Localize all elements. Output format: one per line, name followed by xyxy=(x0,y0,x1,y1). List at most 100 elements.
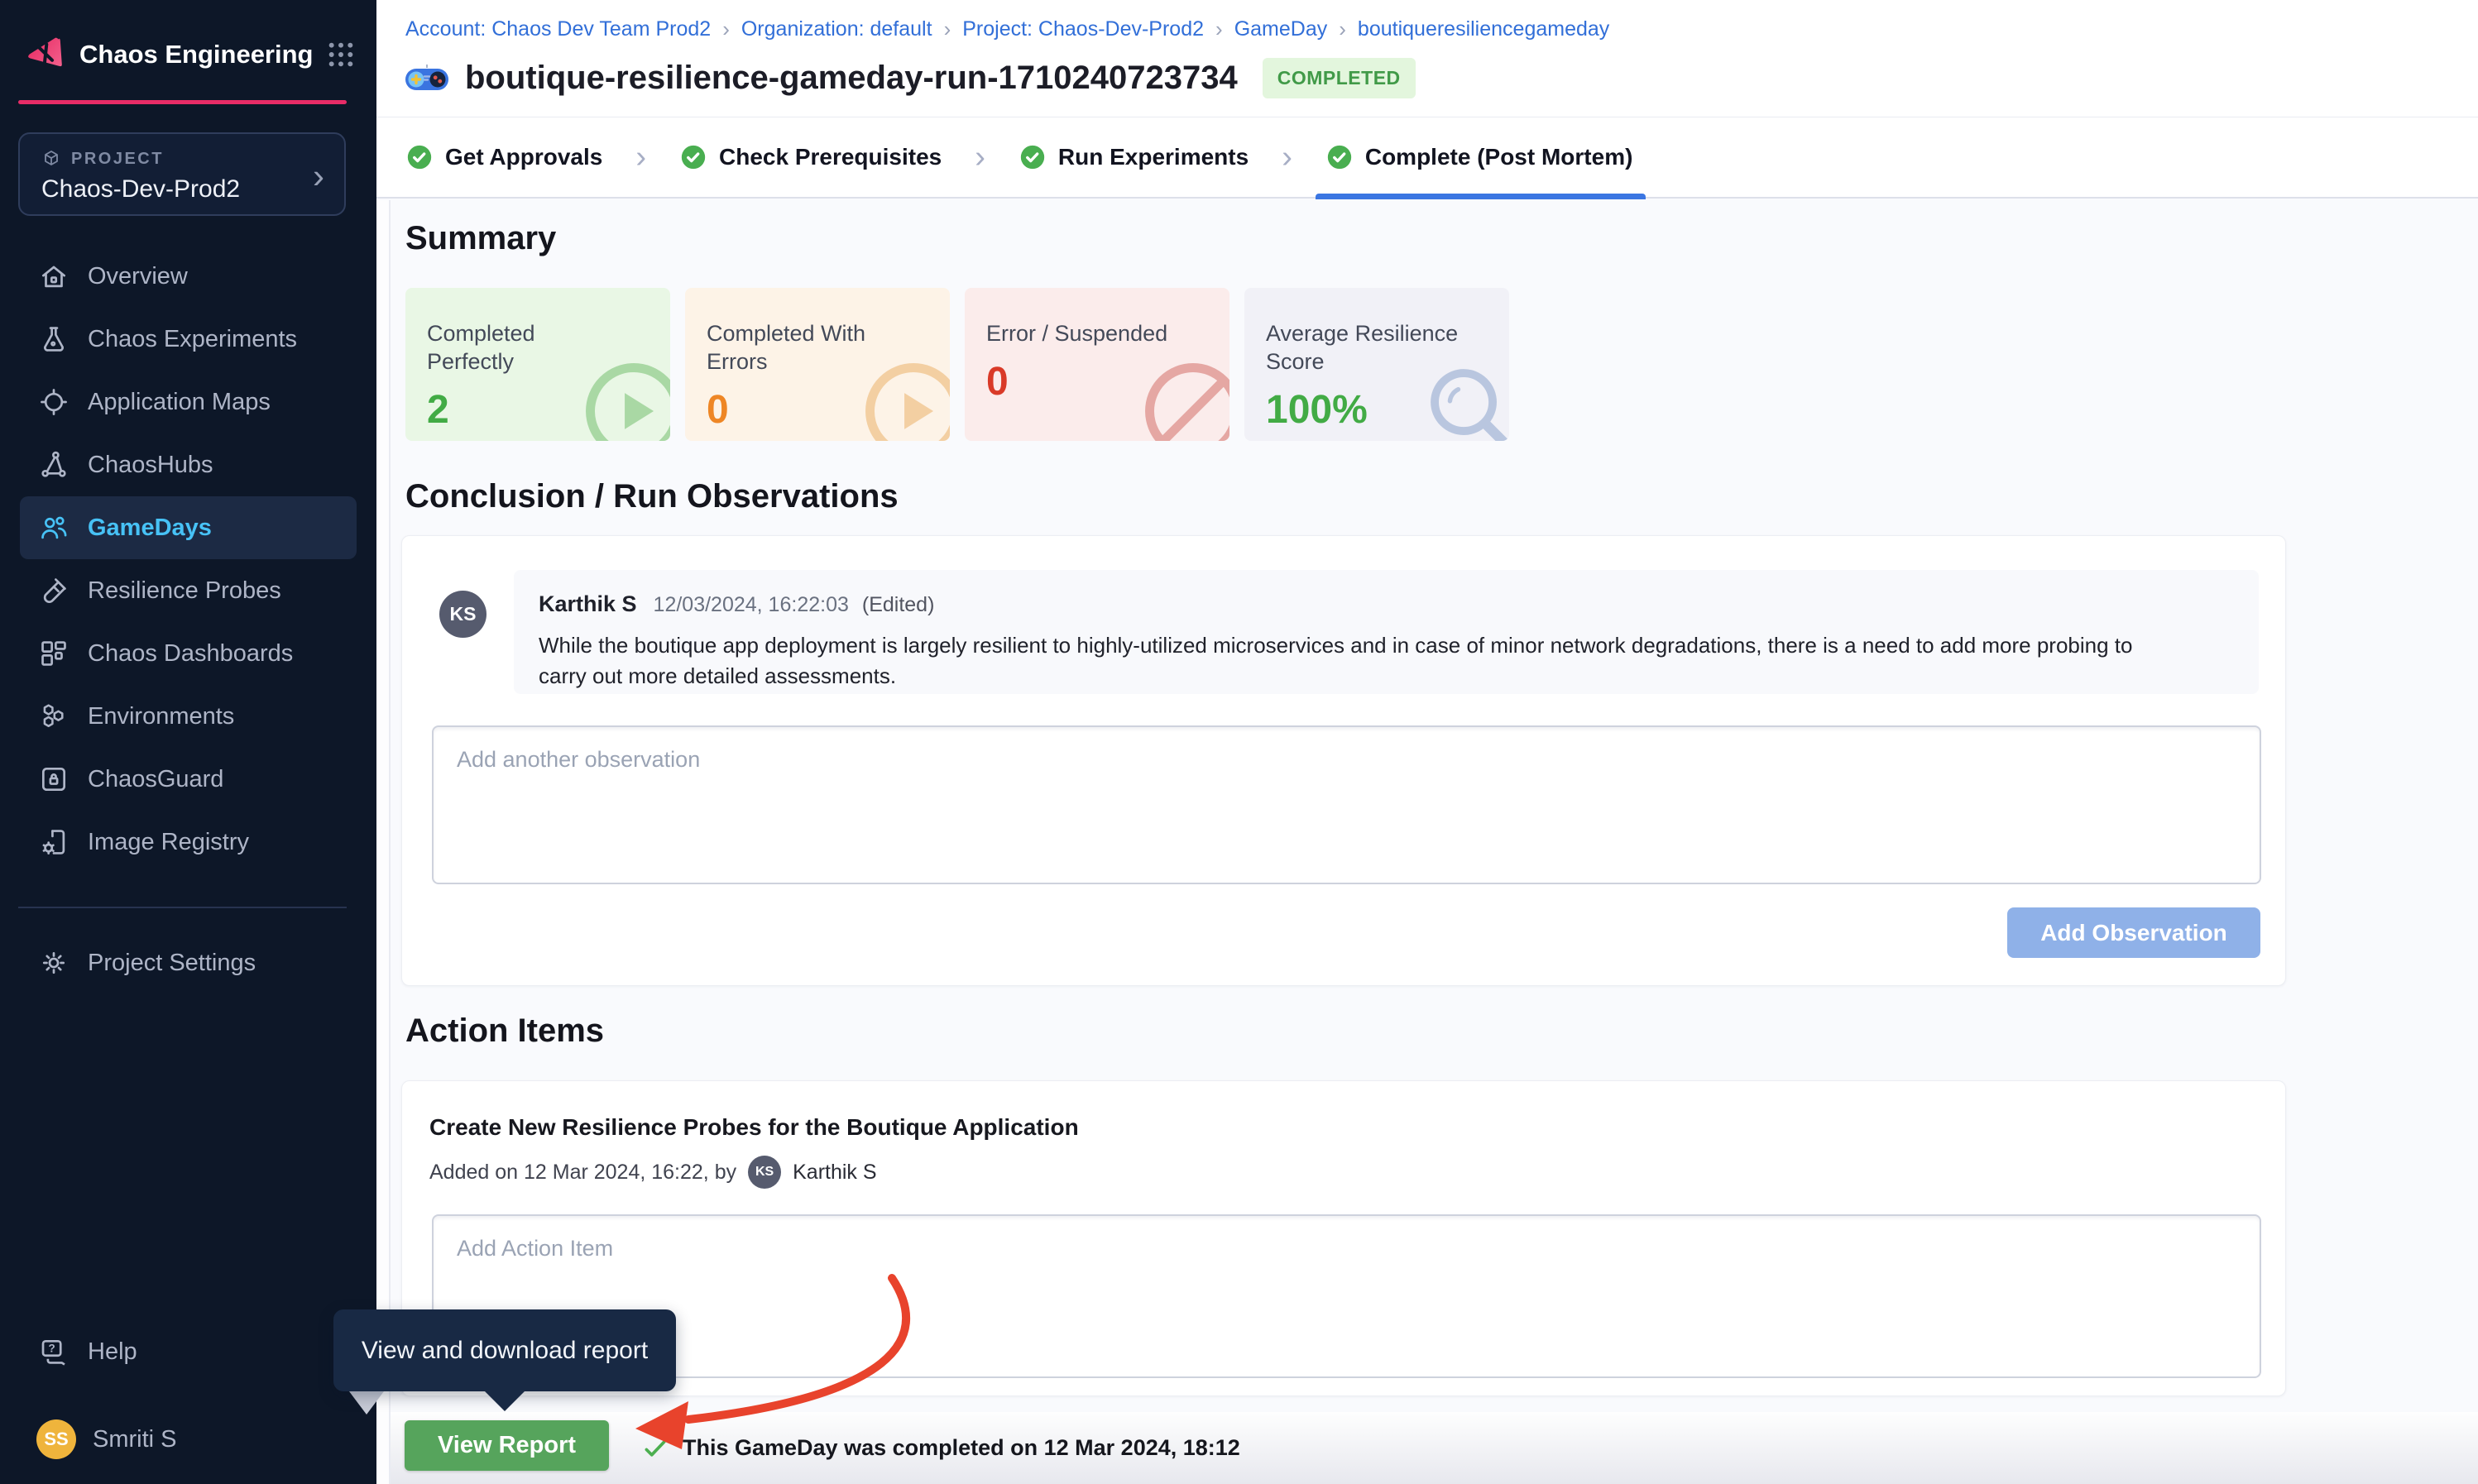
gear-icon xyxy=(38,947,69,979)
content-gutter xyxy=(376,200,391,1484)
step-label: Check Prerequisites xyxy=(719,144,942,170)
card-value: 100% xyxy=(1266,387,1509,433)
flask-icon xyxy=(38,323,69,355)
card-value: 2 xyxy=(427,387,670,433)
comment-edited-label: (Edited) xyxy=(862,593,935,617)
sidebar-item-label: Application Maps xyxy=(88,389,271,416)
breadcrumb-project[interactable]: Project: Chaos-Dev-Prod2 xyxy=(962,17,1204,41)
summary-cards: Completed Perfectly 2 Completed With Err… xyxy=(405,288,1509,441)
breadcrumb-separator: › xyxy=(1215,17,1223,42)
avatar: KS xyxy=(748,1156,781,1189)
sidebar-item-project-settings[interactable]: Project Settings xyxy=(0,931,376,994)
card-label: Completed With Errors xyxy=(707,319,905,376)
tab-complete-post-mortem[interactable]: Complete (Post Mortem) xyxy=(1325,117,1633,198)
tab-run-experiments[interactable]: Run Experiments xyxy=(1019,117,1249,198)
chevron-right-icon: › xyxy=(635,140,646,175)
tooltip-text: View and download report xyxy=(362,1337,648,1365)
card-completed-perfectly: Completed Perfectly 2 xyxy=(405,288,670,441)
card-label: Completed Perfectly xyxy=(427,319,625,376)
footer-bar: View Report This GameDay was completed o… xyxy=(391,1412,2478,1484)
sidebar-item-help[interactable]: ? Help xyxy=(0,1320,376,1383)
sidebar-item-label: ChaosHubs xyxy=(88,452,213,479)
observation-comment: Karthik S 12/03/2024, 16:22:03 (Edited) … xyxy=(514,570,2259,694)
completion-message-row: This GameDay was completed on 12 Mar 202… xyxy=(641,1412,1240,1484)
sidebar-item-application-maps[interactable]: Application Maps xyxy=(0,371,376,433)
sidebar-item-label: GameDays xyxy=(88,515,212,542)
card-error-suspended: Error / Suspended 0 xyxy=(965,288,1229,441)
dashboard-grid-icon xyxy=(38,638,69,669)
tooltip-ghost-pointer xyxy=(349,1391,384,1415)
step-label: Complete (Post Mortem) xyxy=(1365,144,1633,170)
sidebar-item-label: Chaos Dashboards xyxy=(88,640,293,668)
card-completed-with-errors: Completed With Errors 0 xyxy=(685,288,950,441)
hub-network-icon xyxy=(38,449,69,481)
observations-heading: Conclusion / Run Observations xyxy=(405,478,899,515)
test-tube-icon xyxy=(38,575,69,606)
sidebar-help-section: ? Help xyxy=(0,1320,376,1383)
sidebar-item-chaos-experiments[interactable]: Chaos Experiments xyxy=(0,308,376,371)
check-icon xyxy=(641,1434,669,1462)
breadcrumb: Account: Chaos Dev Team Prod2 › Organiza… xyxy=(405,17,1609,42)
gameday-stepper: Get Approvals › Check Prerequisites › Ru… xyxy=(376,117,2478,199)
sidebar-item-label: Environments xyxy=(88,703,234,730)
breadcrumb-account[interactable]: Account: Chaos Dev Team Prod2 xyxy=(405,17,711,41)
breadcrumb-gameday[interactable]: GameDay xyxy=(1234,17,1328,41)
sidebar-item-overview[interactable]: Overview xyxy=(0,245,376,308)
sidebar-item-chaoshubs[interactable]: ChaosHubs xyxy=(0,433,376,496)
home-icon xyxy=(38,261,69,292)
brand-divider xyxy=(18,100,347,104)
action-item-title: Create New Resilience Probes for the Bou… xyxy=(429,1114,1079,1141)
tab-check-prerequisites[interactable]: Check Prerequisites xyxy=(679,117,942,198)
action-items-heading: Action Items xyxy=(405,1012,604,1050)
sidebar-item-environments[interactable]: Environments xyxy=(0,685,376,748)
users-icon xyxy=(38,512,69,543)
gamepad-icon xyxy=(404,64,450,92)
hexagons-icon xyxy=(38,701,69,732)
add-observation-input[interactable] xyxy=(432,725,2261,884)
sidebar-item-label: Project Settings xyxy=(88,950,256,977)
user-profile[interactable]: SS Smriti S xyxy=(0,1408,376,1471)
check-circle-icon xyxy=(679,143,707,171)
project-name: Chaos-Dev-Prod2 xyxy=(41,175,344,203)
sidebar-item-gamedays[interactable]: GameDays xyxy=(20,496,357,559)
observations-panel: KS Karthik S 12/03/2024, 16:22:03 (Edite… xyxy=(401,535,2286,986)
card-value: 0 xyxy=(986,359,1229,405)
view-report-button[interactable]: View Report xyxy=(405,1420,609,1471)
breadcrumb-gameday-name[interactable]: boutiqueresiliencegameday xyxy=(1358,17,1609,41)
sidebar: Chaos Engineering PROJECT Chaos-Dev-Prod… xyxy=(0,0,376,1484)
chevron-right-icon: › xyxy=(313,159,324,194)
sidebar-item-chaos-dashboards[interactable]: Chaos Dashboards xyxy=(0,622,376,685)
breadcrumb-separator: › xyxy=(944,17,951,42)
step-label: Get Approvals xyxy=(445,144,602,170)
avatar: SS xyxy=(36,1419,76,1459)
help-chat-icon: ? xyxy=(38,1336,69,1367)
app-root: Chaos Engineering PROJECT Chaos-Dev-Prod… xyxy=(0,0,2478,1484)
sidebar-menu: Overview Chaos Experiments Application M… xyxy=(0,245,376,874)
sidebar-item-label: Overview xyxy=(88,263,188,290)
sidebar-settings-section: Project Settings xyxy=(0,931,376,994)
sidebar-item-image-registry[interactable]: Image Registry xyxy=(0,811,376,874)
target-scan-icon xyxy=(38,386,69,418)
harness-chaos-logo-icon xyxy=(23,33,66,76)
add-observation-button[interactable]: Add Observation xyxy=(2007,907,2260,958)
comment-timestamp: 12/03/2024, 16:22:03 xyxy=(654,593,849,617)
app-grid-icon[interactable] xyxy=(327,41,355,69)
avatar: KS xyxy=(439,591,486,638)
sidebar-item-label: Chaos Experiments xyxy=(88,326,297,353)
card-label: Average Resilience Score xyxy=(1266,319,1464,376)
card-value: 0 xyxy=(707,387,950,433)
sidebar-item-chaosguard[interactable]: ChaosGuard xyxy=(0,748,376,811)
add-action-item-input[interactable] xyxy=(432,1214,2261,1378)
sidebar-item-resilience-probes[interactable]: Resilience Probes xyxy=(0,559,376,622)
comment-author: Karthik S xyxy=(539,591,637,617)
action-item-added-on: Added on 12 Mar 2024, 16:22, by xyxy=(429,1161,736,1185)
project-selector[interactable]: PROJECT Chaos-Dev-Prod2 › xyxy=(18,132,346,216)
tab-get-approvals[interactable]: Get Approvals xyxy=(405,117,602,198)
completion-message: This GameDay was completed on 12 Mar 202… xyxy=(683,1435,1240,1461)
project-label: PROJECT xyxy=(71,150,164,169)
brand-title: Chaos Engineering xyxy=(79,40,327,69)
card-label: Error / Suspended xyxy=(986,319,1185,347)
svg-text:?: ? xyxy=(49,1343,55,1355)
lock-shield-icon xyxy=(38,764,69,795)
breadcrumb-organization[interactable]: Organization: default xyxy=(741,17,932,41)
